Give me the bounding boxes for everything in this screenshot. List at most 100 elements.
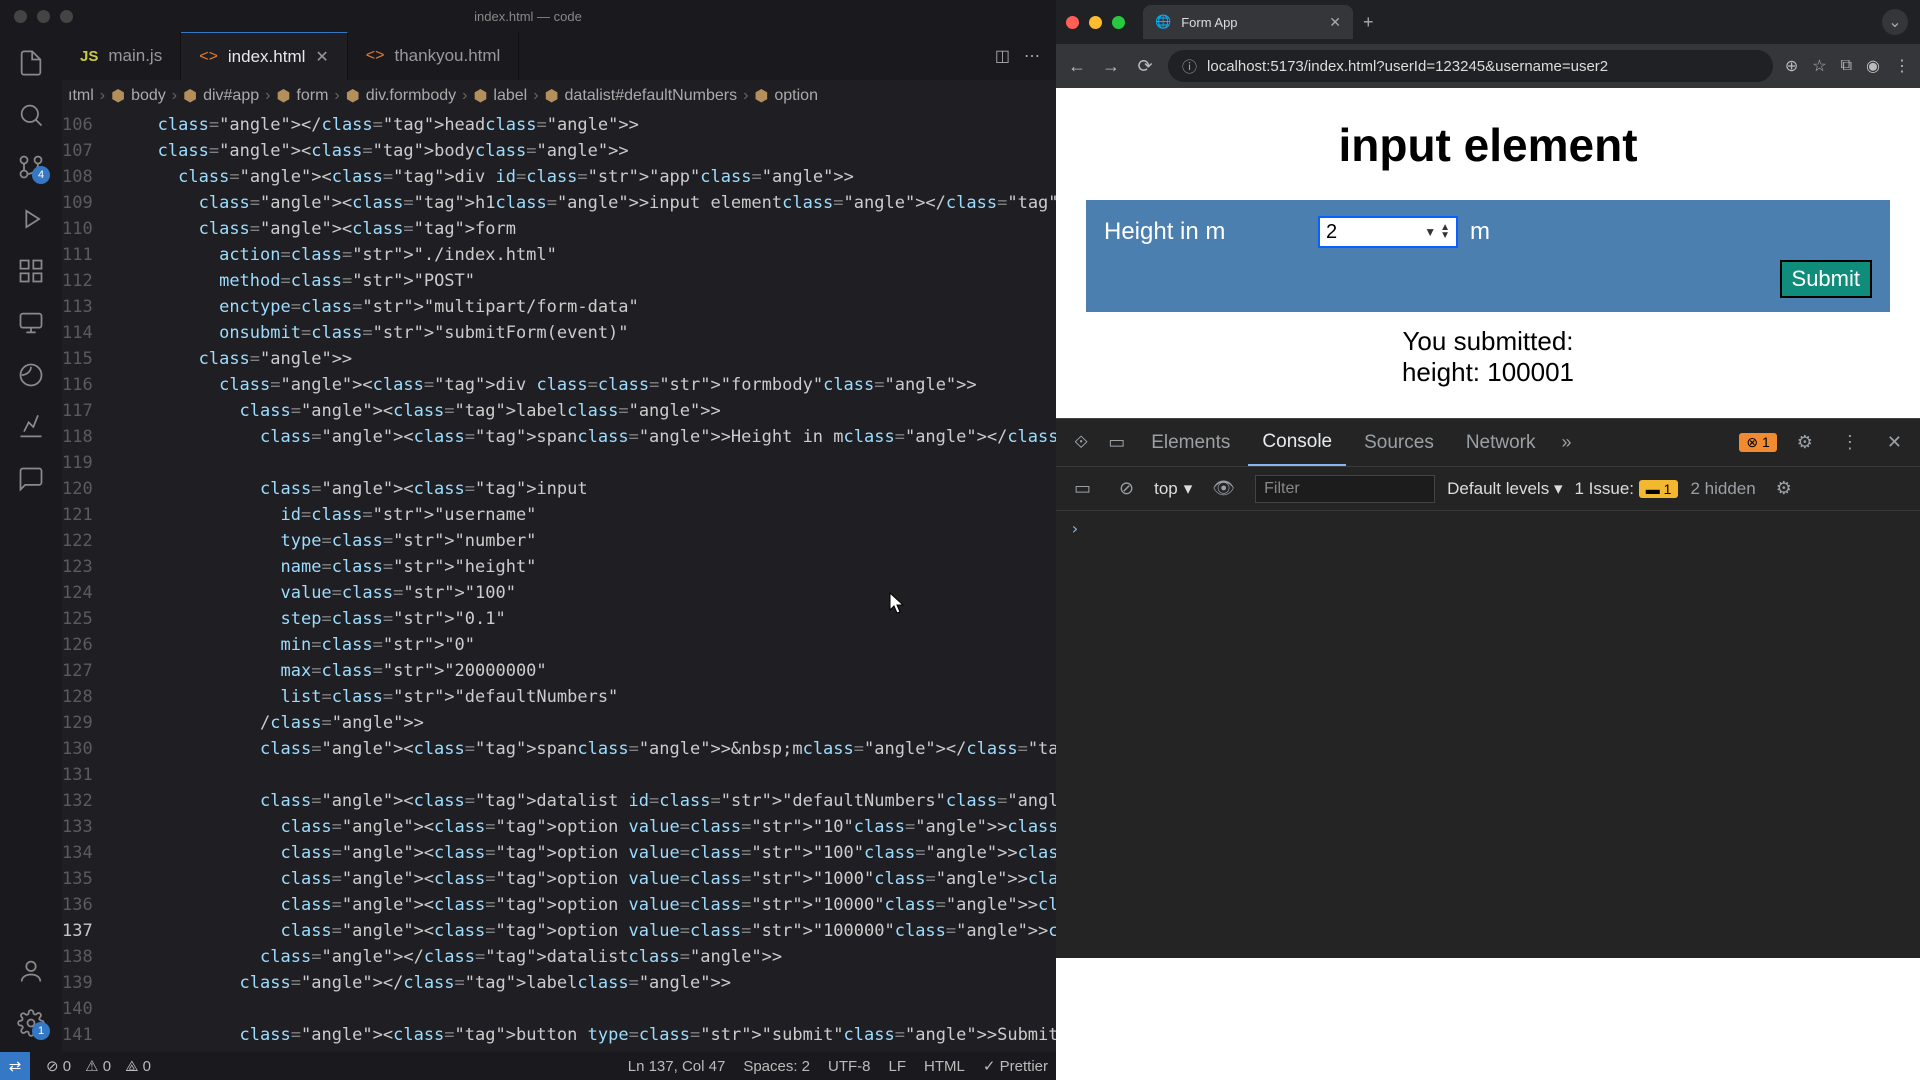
console-toolbar: ▭ ⊘ top ▾ 👁 Filter Default levels ▾ 1 Is…: [1056, 467, 1920, 511]
console-filter-input[interactable]: Filter: [1255, 475, 1435, 503]
live-expression-icon[interactable]: 👁: [1204, 478, 1243, 499]
extensions-icon[interactable]: [16, 256, 46, 286]
browser-tab[interactable]: 🌐 Form App ✕: [1143, 5, 1353, 39]
close-icon[interactable]: [14, 10, 27, 23]
tab-index-html[interactable]: <> index.html ✕: [181, 32, 348, 80]
search-icon[interactable]: [16, 100, 46, 130]
tab-elements[interactable]: Elements: [1137, 419, 1244, 466]
tab-label: main.js: [108, 46, 162, 66]
breadcrumb[interactable]: ıtml› ⬢body› ⬢div#app› ⬢form› ⬢div.formb…: [62, 80, 1056, 112]
source-control-icon[interactable]: 4: [16, 152, 46, 182]
tab-overflow-icon[interactable]: ⌄: [1882, 9, 1908, 35]
log-levels-selector[interactable]: Default levels ▾: [1447, 479, 1562, 499]
split-editor-icon[interactable]: ◫: [995, 46, 1010, 66]
number-spinner-icon[interactable]: ▲▼: [1440, 224, 1450, 240]
url-bar[interactable]: ⓘ localhost:5173/index.html?userId=12324…: [1168, 50, 1773, 82]
debug-icon[interactable]: [16, 204, 46, 234]
clear-console-icon[interactable]: ⊘: [1111, 478, 1142, 499]
formatter[interactable]: ✓ Prettier: [983, 1057, 1048, 1075]
menu-icon[interactable]: ⋮: [1894, 56, 1910, 76]
editor-area: JS main.js <> index.html ✕ <> thankyou.h…: [62, 32, 1056, 1052]
account-icon[interactable]: [16, 956, 46, 986]
devtools-panel: ⟐ ▭ Elements Console Sources Network » ⊗…: [1056, 418, 1920, 958]
remote-explorer-icon[interactable]: [16, 308, 46, 338]
back-button[interactable]: ←: [1066, 56, 1088, 77]
minimize-icon[interactable]: [1089, 16, 1102, 29]
close-tab-icon[interactable]: ✕: [1329, 14, 1341, 31]
errors-count[interactable]: ⊘ 0: [46, 1057, 71, 1075]
more-tabs-icon[interactable]: »: [1554, 432, 1580, 453]
height-label: Height in m: [1104, 218, 1314, 246]
sidebar-toggle-icon[interactable]: ▭: [1066, 478, 1099, 499]
activity-bar: 4 1: [0, 32, 62, 1052]
inspect-icon[interactable]: ⟐: [1066, 432, 1096, 453]
error-badge[interactable]: ⊗ 1: [1739, 433, 1776, 452]
context-selector[interactable]: top ▾: [1154, 479, 1192, 499]
maximize-icon[interactable]: [60, 10, 73, 23]
tab-network[interactable]: Network: [1452, 419, 1550, 466]
submit-button[interactable]: Submit: [1780, 260, 1872, 298]
browser-toolbar: ← → ⟳ ⓘ localhost:5173/index.html?userId…: [1056, 44, 1920, 88]
graph-icon[interactable]: [16, 412, 46, 442]
bookmark-icon[interactable]: ☆: [1812, 56, 1826, 76]
result-output: You submitted: height: 100001: [1076, 326, 1900, 388]
port-indicator[interactable]: ⟁ 0: [125, 1058, 151, 1075]
warnings-count[interactable]: ⚠ 0: [85, 1057, 111, 1075]
cursor-position[interactable]: Ln 137, Col 47: [628, 1058, 726, 1075]
settings-icon[interactable]: 1: [16, 1008, 46, 1038]
language-mode[interactable]: HTML: [924, 1058, 965, 1075]
editor-tabs: JS main.js <> index.html ✕ <> thankyou.h…: [62, 32, 1056, 80]
scm-badge: 4: [32, 166, 50, 184]
input-value: 2: [1326, 221, 1337, 244]
eol[interactable]: LF: [889, 1058, 907, 1075]
status-bar: ⇄ ⊘ 0 ⚠ 0 ⟁ 0 Ln 137, Col 47 Spaces: 2 U…: [0, 1052, 1056, 1080]
page-favicon-icon: 🌐: [1155, 14, 1171, 30]
site-info-icon[interactable]: ⓘ: [1182, 56, 1197, 77]
forward-button[interactable]: →: [1100, 56, 1122, 77]
vscode-window: index.html — code 4 1 JS: [0, 0, 1056, 1080]
indent-setting[interactable]: Spaces: 2: [743, 1058, 810, 1075]
line-gutter: 1061071081091101111121131141151161171181…: [62, 112, 117, 1052]
encoding[interactable]: UTF-8: [828, 1058, 871, 1075]
tab-sources[interactable]: Sources: [1350, 419, 1448, 466]
console-prompt-icon: ›: [1070, 519, 1080, 538]
traffic-lights: [1066, 16, 1125, 29]
devtools-menu-icon[interactable]: ⋮: [1833, 432, 1867, 453]
extensions-icon[interactable]: ⧉: [1841, 57, 1852, 75]
code-editor[interactable]: 1061071081091101111121131141151161171181…: [62, 112, 1056, 1052]
minimize-icon[interactable]: [37, 10, 50, 23]
close-icon[interactable]: ✕: [315, 47, 328, 67]
profile-icon[interactable]: ◉: [1866, 56, 1880, 76]
explorer-icon[interactable]: [16, 48, 46, 78]
tab-console[interactable]: Console: [1248, 419, 1346, 466]
browser-window: 🌐 Form App ✕ + ⌄ ← → ⟳ ⓘ localhost:5173/…: [1056, 0, 1920, 1080]
comment-icon[interactable]: [16, 464, 46, 494]
zoom-icon[interactable]: ⊕: [1785, 56, 1798, 76]
issues-indicator[interactable]: 1 Issue: ▬ 1: [1574, 479, 1678, 499]
html-file-icon: <>: [366, 47, 385, 65]
device-toggle-icon[interactable]: ▭: [1100, 432, 1133, 453]
console-settings-icon[interactable]: ⚙: [1768, 478, 1800, 499]
devtools-settings-icon[interactable]: ⚙: [1789, 432, 1821, 453]
edge-icon[interactable]: [16, 360, 46, 390]
reload-button[interactable]: ⟳: [1134, 56, 1156, 77]
maximize-icon[interactable]: [1112, 16, 1125, 29]
new-tab-button[interactable]: +: [1363, 12, 1374, 33]
url-text: localhost:5173/index.html?userId=123245&…: [1207, 58, 1608, 75]
html-file-icon: <>: [199, 48, 218, 66]
datalist-dropdown-icon[interactable]: ▼: [1424, 225, 1436, 239]
settings-badge: 1: [32, 1022, 50, 1040]
code-lines[interactable]: class="angle"></class="tag">headclass="a…: [117, 112, 1056, 1052]
hidden-messages[interactable]: 2 hidden: [1690, 479, 1755, 499]
tab-label: thankyou.html: [394, 46, 500, 66]
height-input[interactable]: 2 ▼ ▲▼: [1318, 216, 1458, 248]
vscode-titlebar: index.html — code: [0, 0, 1056, 32]
remote-indicator-icon[interactable]: ⇄: [0, 1052, 30, 1080]
more-icon[interactable]: ⋯: [1024, 46, 1040, 66]
tab-thankyou-html[interactable]: <> thankyou.html: [348, 32, 520, 80]
tab-main-js[interactable]: JS main.js: [62, 32, 181, 80]
close-icon[interactable]: [1066, 16, 1079, 29]
tab-label: index.html: [228, 47, 305, 67]
console-body[interactable]: ›: [1056, 511, 1920, 958]
devtools-close-icon[interactable]: ✕: [1879, 432, 1910, 453]
